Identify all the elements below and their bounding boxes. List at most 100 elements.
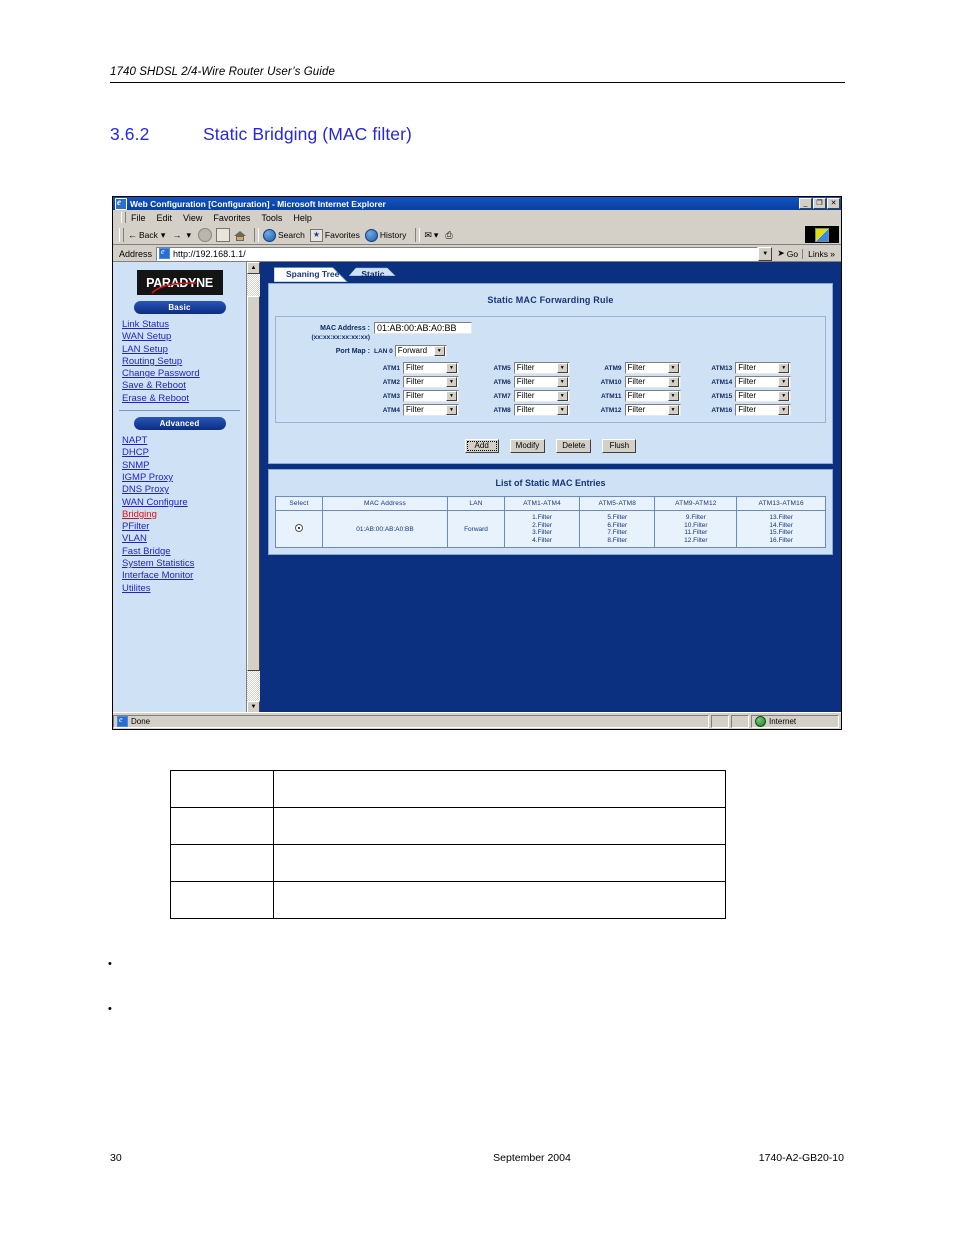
- menu-help[interactable]: Help: [293, 213, 312, 223]
- parameter-table-cell-value: [273, 807, 726, 845]
- sidebar-item-pfilter[interactable]: PFilter: [122, 521, 246, 533]
- chevron-down-icon[interactable]: ▼: [778, 377, 790, 387]
- atm-port-6-select[interactable]: Filter ▼: [513, 376, 570, 388]
- flush-button[interactable]: Flush: [602, 439, 637, 453]
- chevron-down-icon[interactable]: ▼: [667, 391, 679, 401]
- sidebar-scrollbar[interactable]: ▲ ▼: [246, 262, 260, 713]
- go-button[interactable]: ➤ Go: [777, 248, 798, 259]
- delete-button[interactable]: Delete: [556, 439, 592, 453]
- atm-port-12-select[interactable]: Filter ▼: [624, 404, 681, 416]
- history-button[interactable]: History: [364, 228, 407, 242]
- back-dropdown-icon[interactable]: ▾: [161, 230, 166, 241]
- sidebar-item-routing-setup[interactable]: Routing Setup: [122, 356, 246, 368]
- chevron-down-icon[interactable]: ▼: [778, 391, 790, 401]
- add-button[interactable]: Add: [464, 439, 499, 453]
- sidebar-item-napt[interactable]: NAPT: [122, 435, 246, 447]
- chevron-down-icon[interactable]: ▼: [556, 377, 568, 387]
- forward-button[interactable]: → ▾: [172, 230, 193, 241]
- atm-port-4-select[interactable]: Filter ▼: [403, 404, 459, 416]
- atm-port-9-select[interactable]: Filter ▼: [624, 362, 681, 374]
- print-button[interactable]: ⎙: [445, 230, 454, 241]
- favorites-button[interactable]: ★ Favorites: [309, 228, 360, 242]
- sidebar-item-interface-monitor[interactable]: Interface Monitor: [122, 570, 246, 582]
- scroll-up-icon[interactable]: ▲: [247, 262, 260, 274]
- atm-port-8-select[interactable]: Filter ▼: [513, 404, 570, 416]
- radio-button-icon[interactable]: [295, 524, 303, 533]
- sidebar-item-lan-setup[interactable]: LAN Setup: [122, 344, 246, 356]
- atm-port-16-select[interactable]: Filter ▼: [735, 404, 792, 416]
- sidebar-item-dhcp[interactable]: DHCP: [122, 447, 246, 459]
- chevron-down-icon[interactable]: ▼: [667, 377, 679, 387]
- chevron-down-icon[interactable]: ▼: [446, 405, 457, 415]
- restore-button[interactable]: ❐: [813, 198, 826, 209]
- atm-port-10-select[interactable]: Filter ▼: [624, 376, 681, 388]
- address-dropdown-icon[interactable]: ▼: [758, 246, 773, 261]
- sidebar-item-utilites[interactable]: Utilites: [122, 583, 246, 595]
- sidebar-item-igmp-proxy[interactable]: IGMP Proxy: [122, 472, 246, 484]
- minimize-button[interactable]: _: [799, 198, 812, 209]
- menu-favorites[interactable]: Favorites: [213, 213, 250, 223]
- menu-edit[interactable]: Edit: [157, 213, 173, 223]
- scrollbar-thumb[interactable]: [247, 296, 260, 671]
- history-label: History: [379, 230, 407, 240]
- sidebar-item-wan-configure[interactable]: WAN Configure: [122, 497, 246, 509]
- chevron-down-icon[interactable]: ▼: [667, 363, 679, 373]
- sidebar-item-snmp[interactable]: SNMP: [122, 460, 246, 472]
- atm-port-13-select[interactable]: Filter ▼: [735, 362, 792, 374]
- atm-port-15-select[interactable]: Filter ▼: [735, 390, 792, 402]
- chevron-down-icon[interactable]: ▼: [446, 391, 457, 401]
- forward-dropdown-icon[interactable]: ▾: [186, 230, 191, 241]
- go-arrow-icon: ➤: [777, 248, 785, 258]
- tab-spanning-tree[interactable]: Spaning Tree: [274, 266, 353, 283]
- scrollbar-track[interactable]: [247, 274, 260, 701]
- sidebar-item-fast-bridge[interactable]: Fast Bridge: [122, 546, 246, 558]
- back-button[interactable]: ← Back ▾: [128, 230, 167, 241]
- menu-file[interactable]: File: [131, 213, 146, 223]
- chevron-down-icon[interactable]: ▼: [446, 363, 457, 373]
- chevron-down-icon[interactable]: ▼: [556, 391, 568, 401]
- running-header-text: 1740 SHDSL 2/4-Wire Router User’s Guide: [110, 66, 335, 78]
- links-button[interactable]: Links »: [802, 248, 837, 259]
- sidebar-item-save-reboot[interactable]: Save & Reboot: [122, 380, 246, 392]
- sidebar-item-erase-reboot[interactable]: Erase & Reboot: [122, 393, 246, 405]
- close-button[interactable]: ✕: [827, 198, 840, 209]
- chevron-down-icon[interactable]: ▼: [433, 346, 445, 356]
- chevron-down-icon[interactable]: ▼: [556, 405, 568, 415]
- chevron-down-icon[interactable]: ▼: [778, 405, 790, 415]
- address-input[interactable]: http://192.168.1.1/: [156, 246, 759, 261]
- chevron-down-icon[interactable]: ▼: [556, 363, 568, 373]
- sidebar-item-link-status[interactable]: Link Status: [122, 319, 246, 331]
- atm-port-3-select[interactable]: Filter ▼: [403, 390, 459, 402]
- modify-button[interactable]: Modify: [509, 439, 546, 453]
- stop-icon[interactable]: [197, 228, 212, 242]
- chevron-down-icon[interactable]: ▼: [778, 363, 790, 373]
- atm-port-14-select[interactable]: Filter ▼: [735, 376, 792, 388]
- menu-view[interactable]: View: [183, 213, 202, 223]
- sidebar-item-vlan[interactable]: VLAN: [122, 533, 246, 545]
- sidebar-item-wan-setup[interactable]: WAN Setup: [122, 331, 246, 343]
- mail-dropdown-icon[interactable]: ▾: [434, 230, 439, 241]
- atm-port-9: ATM9 Filter ▼: [596, 362, 701, 374]
- sidebar-item-system-statistics[interactable]: System Statistics: [122, 558, 246, 570]
- atm-port-2-select[interactable]: Filter ▼: [403, 376, 459, 388]
- atm-port-7-select[interactable]: Filter ▼: [513, 390, 570, 402]
- refresh-icon[interactable]: [215, 228, 230, 242]
- chevron-down-icon[interactable]: ▼: [446, 377, 457, 387]
- atm-port-9-label: ATM9: [604, 364, 622, 372]
- atm-port-11-select[interactable]: Filter ▼: [624, 390, 681, 402]
- table-row[interactable]: 01:AB:00:AB:A0:BB Forward 1.Filter 2.Filt…: [275, 509, 826, 549]
- sidebar-item-bridging[interactable]: Bridging: [122, 509, 246, 521]
- atm-port-1-select[interactable]: Filter ▼: [403, 362, 459, 374]
- mail-button[interactable]: ✉ ▾: [424, 230, 440, 241]
- sidebar-item-change-password[interactable]: Change Password: [122, 368, 246, 380]
- tab-static[interactable]: Static: [349, 266, 398, 283]
- atm-port-5-select[interactable]: Filter ▼: [513, 362, 570, 374]
- lan-port-select[interactable]: Forward ▼: [394, 345, 447, 357]
- mac-address-input[interactable]: 01:AB:00:AB:A0:BB: [374, 322, 472, 334]
- home-icon[interactable]: [233, 229, 246, 241]
- row-select-cell[interactable]: [275, 509, 323, 549]
- sidebar-item-dns-proxy[interactable]: DNS Proxy: [122, 484, 246, 496]
- chevron-down-icon[interactable]: ▼: [667, 405, 679, 415]
- search-button[interactable]: Search: [262, 228, 305, 242]
- menu-tools[interactable]: Tools: [261, 213, 282, 223]
